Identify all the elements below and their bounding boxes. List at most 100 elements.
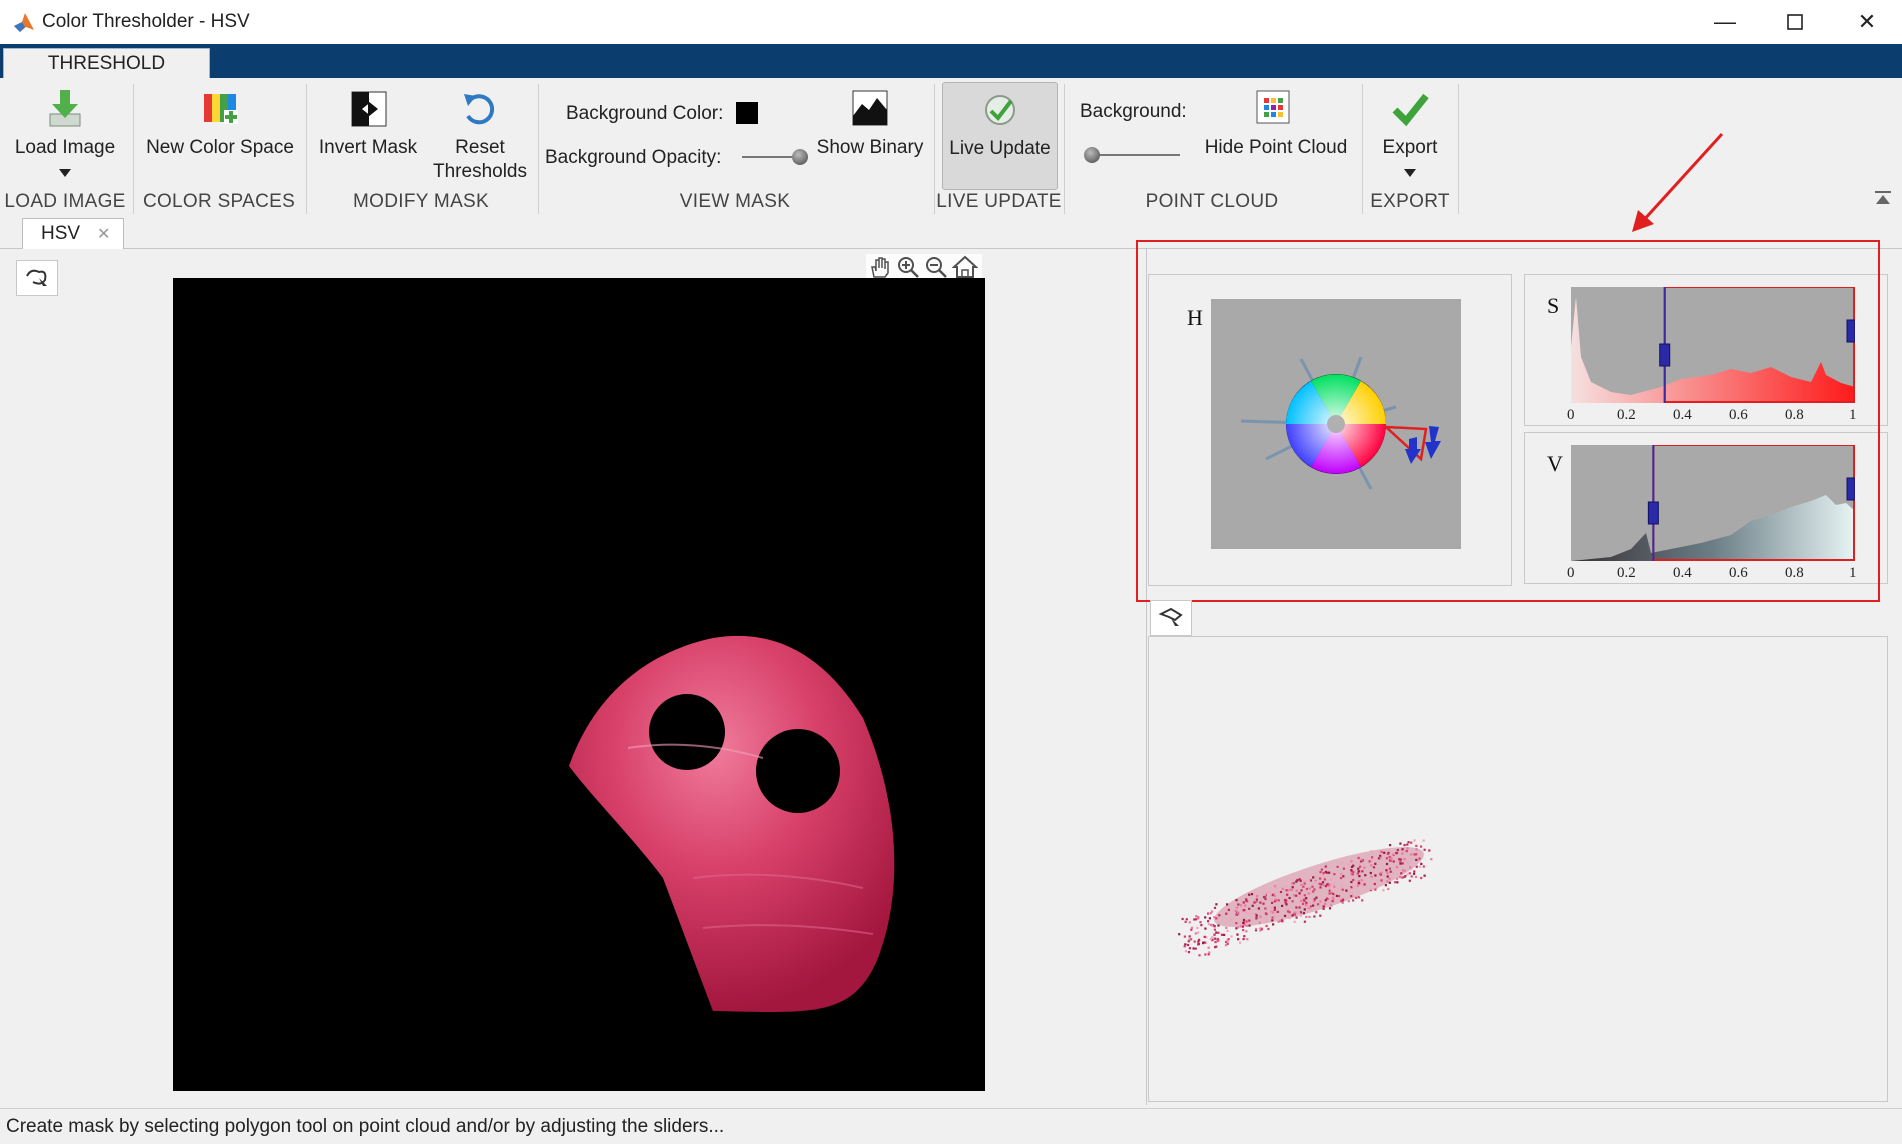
background-color-swatch[interactable] bbox=[736, 102, 758, 124]
point-cloud-dot bbox=[1337, 895, 1341, 898]
point-cloud-dot bbox=[1257, 907, 1260, 910]
point-cloud-dot bbox=[1307, 892, 1310, 895]
point-cloud-dot bbox=[1288, 916, 1291, 920]
point-cloud-dot bbox=[1255, 914, 1258, 917]
point-cloud-dot bbox=[1207, 923, 1210, 926]
point-cloud-dot bbox=[1330, 878, 1333, 881]
point-cloud-dot bbox=[1293, 920, 1296, 923]
point-cloud-dot bbox=[1197, 931, 1200, 934]
point-cloud-icon bbox=[1256, 90, 1290, 124]
point-cloud-dot bbox=[1386, 875, 1389, 878]
point-cloud-dot bbox=[1303, 882, 1306, 885]
home-icon[interactable] bbox=[952, 255, 978, 279]
point-cloud-dot bbox=[1300, 894, 1303, 897]
dropdown-arrow-icon bbox=[1404, 169, 1416, 177]
load-image-button[interactable]: Load Image bbox=[6, 88, 124, 188]
hide-point-cloud-button[interactable]: Hide Point Cloud bbox=[1196, 88, 1356, 160]
point-cloud-dot bbox=[1342, 875, 1345, 878]
point-cloud-dot bbox=[1203, 935, 1206, 938]
point-cloud-dot bbox=[1370, 864, 1373, 867]
point-cloud-dot bbox=[1345, 889, 1348, 892]
point-cloud-dot bbox=[1248, 924, 1251, 927]
ribbon-separator bbox=[538, 84, 539, 214]
point-cloud-dot bbox=[1329, 898, 1332, 901]
point-cloud-dot bbox=[1351, 892, 1354, 895]
point-cloud-dot bbox=[1268, 890, 1271, 893]
point-cloud-dot bbox=[1406, 873, 1409, 876]
point-cloud-background-slider[interactable] bbox=[1084, 147, 1180, 163]
point-cloud-dot bbox=[1302, 902, 1305, 905]
point-cloud-dot bbox=[1312, 904, 1315, 907]
point-cloud-dot bbox=[1298, 906, 1301, 909]
point-cloud-dot bbox=[1314, 881, 1317, 884]
pan-hand-icon[interactable] bbox=[868, 255, 892, 279]
point-cloud-dot bbox=[1214, 946, 1217, 949]
point-cloud-dot bbox=[1256, 895, 1259, 898]
point-cloud-dot bbox=[1243, 935, 1246, 938]
tab-hsv[interactable]: HSV ✕ bbox=[22, 218, 124, 249]
point-cloud-dot bbox=[1380, 879, 1383, 882]
point-cloud-plot[interactable] bbox=[1148, 636, 1888, 1102]
point-cloud-polygon-button[interactable] bbox=[1150, 600, 1192, 636]
point-cloud-dot bbox=[1399, 862, 1402, 865]
maximize-button[interactable] bbox=[1760, 0, 1830, 44]
color-space-icon bbox=[204, 94, 238, 124]
point-cloud-dot bbox=[1414, 875, 1418, 878]
point-cloud-dot bbox=[1264, 907, 1267, 910]
tab-threshold[interactable]: THRESHOLD bbox=[3, 48, 210, 79]
point-cloud-dot bbox=[1352, 899, 1355, 902]
point-cloud-dot bbox=[1400, 872, 1403, 875]
point-cloud-dot bbox=[1204, 927, 1207, 930]
status-bar: Create mask by selecting polygon tool on… bbox=[0, 1108, 1902, 1144]
background-opacity-slider[interactable] bbox=[742, 149, 808, 165]
point-cloud-dot bbox=[1229, 918, 1232, 921]
point-cloud-dot bbox=[1308, 915, 1311, 918]
zoom-out-icon[interactable] bbox=[924, 255, 948, 279]
axes-toolbar bbox=[866, 254, 982, 280]
point-cloud-dot bbox=[1285, 885, 1288, 888]
point-cloud-dot bbox=[1271, 916, 1274, 919]
slider-thumb[interactable] bbox=[792, 149, 808, 165]
export-button[interactable]: Export bbox=[1366, 88, 1454, 188]
point-cloud-dot bbox=[1215, 903, 1218, 906]
show-binary-button[interactable]: Show Binary bbox=[812, 88, 928, 160]
close-button[interactable]: ✕ bbox=[1832, 0, 1902, 44]
close-tab-icon[interactable]: ✕ bbox=[97, 224, 110, 244]
ribbon-tab-strip bbox=[0, 44, 1902, 78]
point-cloud-dot bbox=[1290, 888, 1293, 891]
point-cloud-dot bbox=[1190, 928, 1193, 931]
invert-mask-button[interactable]: Invert Mask bbox=[312, 88, 424, 160]
point-cloud-dot bbox=[1207, 912, 1210, 915]
point-cloud-dot bbox=[1197, 917, 1200, 920]
draw-roi-button[interactable] bbox=[16, 260, 58, 296]
minimize-button[interactable]: — bbox=[1690, 0, 1760, 44]
point-cloud-dot bbox=[1264, 893, 1267, 896]
point-cloud bbox=[1178, 839, 1433, 957]
point-cloud-dot bbox=[1328, 884, 1331, 887]
point-cloud-dot bbox=[1352, 885, 1355, 888]
point-cloud-dot bbox=[1305, 901, 1308, 904]
collapse-ribbon-icon[interactable] bbox=[1874, 190, 1892, 206]
point-cloud-dot bbox=[1340, 885, 1343, 888]
point-cloud-dot bbox=[1415, 858, 1418, 861]
point-cloud-dot bbox=[1406, 843, 1409, 846]
point-cloud-dot bbox=[1428, 849, 1431, 852]
point-cloud-dot bbox=[1308, 901, 1311, 904]
point-cloud-dot bbox=[1357, 896, 1360, 899]
slider-thumb[interactable] bbox=[1084, 147, 1100, 163]
point-cloud-dot bbox=[1308, 887, 1311, 890]
point-cloud-dot bbox=[1284, 898, 1287, 902]
point-cloud-dot bbox=[1197, 943, 1200, 946]
point-cloud-dot bbox=[1333, 885, 1336, 888]
live-update-button[interactable]: Live Update bbox=[942, 82, 1058, 190]
point-cloud-dot bbox=[1249, 913, 1252, 916]
point-cloud-dot bbox=[1305, 904, 1308, 907]
zoom-in-icon[interactable] bbox=[896, 255, 920, 279]
point-cloud-dot bbox=[1245, 898, 1248, 901]
point-cloud-dot bbox=[1332, 883, 1335, 886]
reset-thresholds-button[interactable]: Reset Thresholds bbox=[428, 88, 532, 184]
new-color-space-button[interactable]: New Color Space bbox=[140, 88, 300, 160]
point-cloud-dot bbox=[1328, 907, 1332, 910]
binary-image-icon bbox=[852, 90, 888, 126]
point-cloud-dot bbox=[1374, 874, 1377, 877]
